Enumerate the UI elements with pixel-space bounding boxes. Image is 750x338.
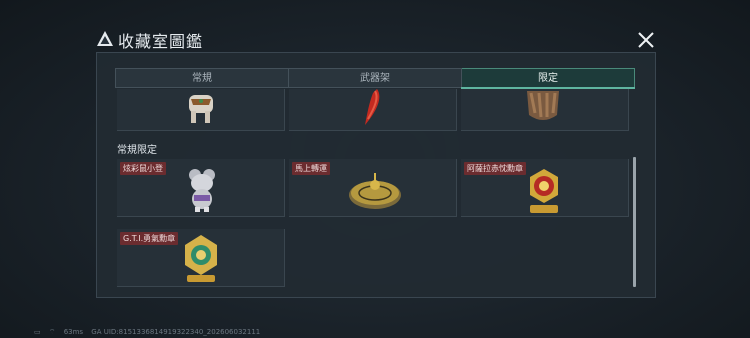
window-title: 收藏室圖鑑 (118, 32, 204, 51)
item-name-label: 阿薩拉赤忱勳章 (464, 162, 526, 175)
warning-triangle-icon (97, 31, 113, 46)
red-pepper-icon (365, 89, 380, 125)
item-name-label: 炫彩鼠小登 (120, 162, 166, 175)
golden-compass-icon (349, 173, 401, 209)
item-name-label: G.T.I.勇氣勳章 (120, 232, 179, 245)
status-footer: ▭ ⌔ 63ms GA UID:8151336814919322340_2026… (34, 328, 266, 337)
collection-card-item-4[interactable]: G.T.I.勇氣勳章 (117, 229, 285, 287)
animal-figurine-icon (189, 95, 213, 123)
courage-medal-icon (185, 235, 217, 282)
bronze-gauntlet-icon (527, 91, 559, 120)
uid-text: GA UID:8151336814919322340_202606032111 (91, 328, 261, 336)
tab-limited[interactable]: 限定 (462, 68, 635, 88)
collection-card-item-3[interactable]: 阿薩拉赤忱勳章 (461, 159, 629, 217)
tab-weapon-rack[interactable]: 武器架 (289, 68, 462, 88)
medal-icon (530, 169, 558, 213)
mouse-figurine-icon (189, 169, 215, 212)
collection-card-item-2[interactable]: 馬上轉運 (289, 159, 457, 217)
item-name-label: 馬上轉運 (292, 162, 330, 175)
section-title: 常規限定 (117, 145, 157, 156)
tab-bar: 常規 武器架 限定 (115, 68, 635, 88)
collection-panel: 常規 武器架 限定 常規限定 炫彩鼠小登 馬上轉運 阿薩拉赤忱勳章 G.T.I.… (96, 52, 656, 298)
tab-regular[interactable]: 常規 (115, 68, 289, 88)
collection-card[interactable] (289, 89, 457, 131)
collection-card[interactable] (461, 89, 629, 131)
close-icon[interactable] (636, 30, 656, 50)
collection-card[interactable] (117, 89, 285, 131)
window-title-bar: 收藏室圖鑑 (96, 28, 656, 52)
ping-text: 63ms (63, 328, 84, 336)
scrollbar[interactable] (633, 157, 636, 287)
collection-card-item-1[interactable]: 炫彩鼠小登 (117, 159, 285, 217)
battery-icon: ▭ (34, 328, 41, 336)
wifi-icon: ⌔ (48, 328, 56, 336)
